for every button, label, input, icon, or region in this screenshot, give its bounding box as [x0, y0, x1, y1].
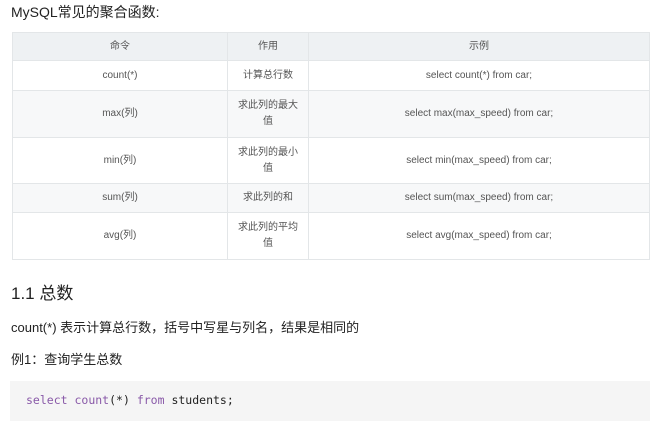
code-args: (*) — [109, 393, 130, 407]
header-purpose: 作用 — [227, 32, 309, 61]
cell-example: select count(*) from car; — [308, 60, 650, 91]
code-keyword-select: select — [26, 393, 68, 407]
header-command: 命令 — [12, 32, 228, 61]
cell-command: avg(列) — [12, 212, 228, 260]
cell-example: select sum(max_speed) from car; — [308, 183, 650, 213]
cell-purpose: 求此列的和 — [227, 183, 309, 213]
page-title: MySQL常见的聚合函数: — [11, 4, 160, 20]
cell-example: select min(max_speed) from car; — [308, 137, 650, 184]
section-paragraph: count(*) 表示计算总行数，括号中写星与列名，结果是相同的 — [11, 320, 360, 335]
cell-command: count(*) — [12, 60, 228, 91]
cell-purpose: 求此列的最大值 — [227, 90, 309, 138]
cell-command: max(列) — [12, 90, 228, 138]
code-function: count — [74, 393, 110, 407]
cell-example: select avg(max_speed) from car; — [308, 212, 650, 260]
section-heading: 1.1 总数 — [11, 284, 74, 303]
table-row: min(列) 求此列的最小值 select min(max_speed) fro… — [12, 137, 650, 184]
table-row: count(*) 计算总行数 select count(*) from car; — [12, 60, 650, 91]
header-example: 示例 — [308, 32, 650, 61]
code-keyword-from: from — [136, 393, 165, 407]
code-block: select count(*) from students; — [10, 381, 650, 421]
cell-purpose: 求此列的最小值 — [227, 137, 309, 184]
cell-command: sum(列) — [12, 183, 228, 213]
cell-purpose: 计算总行数 — [227, 60, 309, 91]
cell-purpose: 求此列的平均值 — [227, 212, 309, 260]
table-row: sum(列) 求此列的和 select sum(max_speed) from … — [12, 183, 650, 213]
table-row: avg(列) 求此列的平均值 select avg(max_speed) fro… — [12, 212, 650, 260]
example-label: 例1：查询学生总数 — [11, 352, 123, 367]
cell-example: select max(max_speed) from car; — [308, 90, 650, 138]
code-rest: students; — [164, 393, 234, 407]
table-header-row: 命令 作用 示例 — [12, 32, 650, 61]
table-row: max(列) 求此列的最大值 select max(max_speed) fro… — [12, 90, 650, 138]
cell-command: min(列) — [12, 137, 228, 184]
aggregate-functions-table: 命令 作用 示例 count(*) 计算总行数 select count(*) … — [12, 32, 650, 260]
